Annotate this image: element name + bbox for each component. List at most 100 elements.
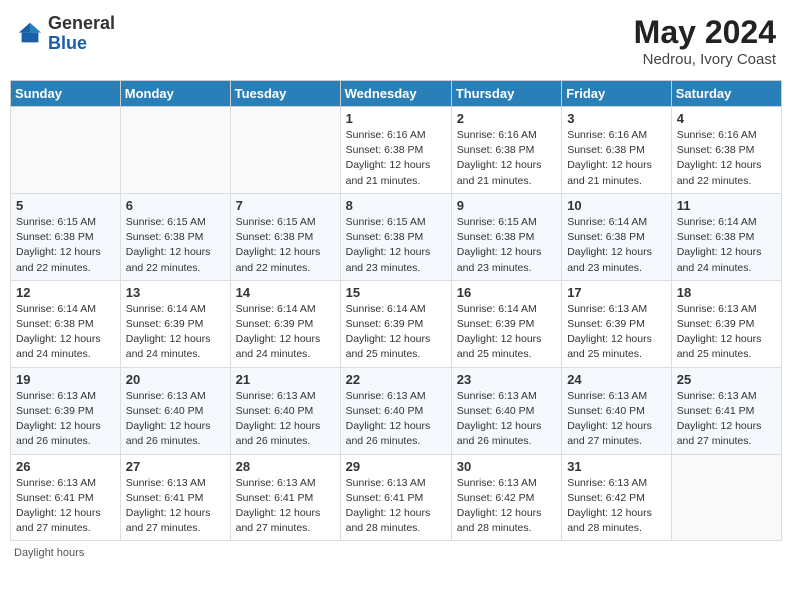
day-number: 31 <box>567 459 666 474</box>
day-info: Sunrise: 6:16 AM Sunset: 6:38 PM Dayligh… <box>346 128 446 189</box>
day-info: Sunrise: 6:13 AM Sunset: 6:42 PM Dayligh… <box>457 476 556 537</box>
day-number: 3 <box>567 111 666 126</box>
day-number: 7 <box>236 198 335 213</box>
day-info: Sunrise: 6:14 AM Sunset: 6:38 PM Dayligh… <box>567 215 666 276</box>
calendar-cell: 27 Sunrise: 6:13 AM Sunset: 6:41 PM Dayli… <box>120 454 230 541</box>
calendar-table: SundayMondayTuesdayWednesdayThursdayFrid… <box>10 80 782 541</box>
day-number: 27 <box>126 459 225 474</box>
calendar-cell: 21 Sunrise: 6:13 AM Sunset: 6:40 PM Dayli… <box>230 367 340 454</box>
col-header-friday: Friday <box>562 81 672 107</box>
calendar-cell: 3 Sunrise: 6:16 AM Sunset: 6:38 PM Daylig… <box>562 107 672 194</box>
col-header-tuesday: Tuesday <box>230 81 340 107</box>
day-info: Sunrise: 6:13 AM Sunset: 6:41 PM Dayligh… <box>16 476 115 537</box>
calendar-cell: 23Sunrise: 6:13 AM Sunset: 6:40 PM Dayli… <box>451 367 561 454</box>
day-info: Sunrise: 6:14 AM Sunset: 6:39 PM Dayligh… <box>346 302 446 363</box>
calendar-cell: 4Sunrise: 6:16 AM Sunset: 6:38 PM Daylig… <box>671 107 781 194</box>
calendar-cell: 22 Sunrise: 6:13 AM Sunset: 6:40 PM Dayli… <box>340 367 451 454</box>
day-info: Sunrise: 6:15 AM Sunset: 6:38 PM Dayligh… <box>457 215 556 276</box>
calendar-cell: 15 Sunrise: 6:14 AM Sunset: 6:39 PM Dayli… <box>340 280 451 367</box>
day-info: Sunrise: 6:13 AM Sunset: 6:41 PM Dayligh… <box>236 476 335 537</box>
day-info: Sunrise: 6:14 AM Sunset: 6:39 PM Dayligh… <box>457 302 556 363</box>
day-info: Sunrise: 6:16 AM Sunset: 6:38 PM Dayligh… <box>677 128 776 189</box>
calendar-cell: 11 Sunrise: 6:14 AM Sunset: 6:38 PM Dayli… <box>671 193 781 280</box>
day-info: Sunrise: 6:13 AM Sunset: 6:39 PM Dayligh… <box>567 302 666 363</box>
page-header: General Blue May 2024 Nedrou, Ivory Coas… <box>10 10 782 72</box>
calendar-cell: 20Sunrise: 6:13 AM Sunset: 6:40 PM Dayli… <box>120 367 230 454</box>
day-number: 15 <box>346 285 446 300</box>
calendar-title: May 2024 <box>634 14 776 51</box>
day-info: Sunrise: 6:14 AM Sunset: 6:39 PM Dayligh… <box>236 302 335 363</box>
day-info: Sunrise: 6:13 AM Sunset: 6:40 PM Dayligh… <box>346 389 446 450</box>
calendar-cell: 31 Sunrise: 6:13 AM Sunset: 6:42 PM Dayli… <box>562 454 672 541</box>
calendar-cell: 6 Sunrise: 6:15 AM Sunset: 6:38 PM Daylig… <box>120 193 230 280</box>
day-info: Sunrise: 6:16 AM Sunset: 6:38 PM Dayligh… <box>567 128 666 189</box>
calendar-week-0: 1Sunrise: 6:16 AM Sunset: 6:38 PM Daylig… <box>11 107 782 194</box>
calendar-cell: 24 Sunrise: 6:13 AM Sunset: 6:40 PM Dayli… <box>562 367 672 454</box>
day-number: 23 <box>457 372 556 387</box>
calendar-week-3: 19Sunrise: 6:13 AM Sunset: 6:39 PM Dayli… <box>11 367 782 454</box>
logo-text: General Blue <box>48 14 115 54</box>
day-info: Sunrise: 6:13 AM Sunset: 6:39 PM Dayligh… <box>677 302 776 363</box>
day-number: 28 <box>236 459 335 474</box>
day-number: 25 <box>677 372 776 387</box>
day-info: Sunrise: 6:13 AM Sunset: 6:40 PM Dayligh… <box>236 389 335 450</box>
calendar-cell: 9 Sunrise: 6:15 AM Sunset: 6:38 PM Daylig… <box>451 193 561 280</box>
day-number: 12 <box>16 285 115 300</box>
day-info: Sunrise: 6:13 AM Sunset: 6:42 PM Dayligh… <box>567 476 666 537</box>
day-number: 22 <box>346 372 446 387</box>
calendar-cell <box>671 454 781 541</box>
col-header-wednesday: Wednesday <box>340 81 451 107</box>
day-info: Sunrise: 6:14 AM Sunset: 6:38 PM Dayligh… <box>677 215 776 276</box>
calendar-cell: 29Sunrise: 6:13 AM Sunset: 6:41 PM Dayli… <box>340 454 451 541</box>
col-header-saturday: Saturday <box>671 81 781 107</box>
day-number: 9 <box>457 198 556 213</box>
calendar-cell: 5Sunrise: 6:15 AM Sunset: 6:38 PM Daylig… <box>11 193 121 280</box>
day-info: Sunrise: 6:15 AM Sunset: 6:38 PM Dayligh… <box>236 215 335 276</box>
day-number: 20 <box>126 372 225 387</box>
title-block: May 2024 Nedrou, Ivory Coast <box>634 14 776 68</box>
logo-blue-text: Blue <box>48 34 115 54</box>
day-info: Sunrise: 6:13 AM Sunset: 6:40 PM Dayligh… <box>567 389 666 450</box>
day-number: 6 <box>126 198 225 213</box>
col-header-sunday: Sunday <box>11 81 121 107</box>
day-number: 18 <box>677 285 776 300</box>
calendar-cell: 28 Sunrise: 6:13 AM Sunset: 6:41 PM Dayli… <box>230 454 340 541</box>
calendar-cell: 1Sunrise: 6:16 AM Sunset: 6:38 PM Daylig… <box>340 107 451 194</box>
calendar-cell: 8 Sunrise: 6:15 AM Sunset: 6:38 PM Daylig… <box>340 193 451 280</box>
day-info: Sunrise: 6:13 AM Sunset: 6:41 PM Dayligh… <box>677 389 776 450</box>
day-number: 10 <box>567 198 666 213</box>
calendar-cell: 10 Sunrise: 6:14 AM Sunset: 6:38 PM Dayli… <box>562 193 672 280</box>
day-info: Sunrise: 6:13 AM Sunset: 6:41 PM Dayligh… <box>346 476 446 537</box>
day-number: 11 <box>677 198 776 213</box>
col-header-thursday: Thursday <box>451 81 561 107</box>
calendar-cell <box>120 107 230 194</box>
day-info: Sunrise: 6:14 AM Sunset: 6:38 PM Dayligh… <box>16 302 115 363</box>
calendar-cell <box>11 107 121 194</box>
logo-icon <box>16 20 44 48</box>
calendar-week-2: 12 Sunrise: 6:14 AM Sunset: 6:38 PM Dayli… <box>11 280 782 367</box>
day-info: Sunrise: 6:15 AM Sunset: 6:38 PM Dayligh… <box>126 215 225 276</box>
calendar-week-1: 5Sunrise: 6:15 AM Sunset: 6:38 PM Daylig… <box>11 193 782 280</box>
calendar-cell: 19Sunrise: 6:13 AM Sunset: 6:39 PM Dayli… <box>11 367 121 454</box>
day-header-row: SundayMondayTuesdayWednesdayThursdayFrid… <box>11 81 782 107</box>
day-number: 24 <box>567 372 666 387</box>
calendar-cell: 25 Sunrise: 6:13 AM Sunset: 6:41 PM Dayli… <box>671 367 781 454</box>
calendar-cell: 12 Sunrise: 6:14 AM Sunset: 6:38 PM Dayli… <box>11 280 121 367</box>
calendar-cell: 2Sunrise: 6:16 AM Sunset: 6:38 PM Daylig… <box>451 107 561 194</box>
calendar-cell: 18 Sunrise: 6:13 AM Sunset: 6:39 PM Dayli… <box>671 280 781 367</box>
calendar-cell: 17Sunrise: 6:13 AM Sunset: 6:39 PM Dayli… <box>562 280 672 367</box>
calendar-cell: 16Sunrise: 6:14 AM Sunset: 6:39 PM Dayli… <box>451 280 561 367</box>
col-header-monday: Monday <box>120 81 230 107</box>
day-info: Sunrise: 6:13 AM Sunset: 6:41 PM Dayligh… <box>126 476 225 537</box>
calendar-cell: 13Sunrise: 6:14 AM Sunset: 6:39 PM Dayli… <box>120 280 230 367</box>
calendar-cell: 30Sunrise: 6:13 AM Sunset: 6:42 PM Dayli… <box>451 454 561 541</box>
calendar-cell: 14 Sunrise: 6:14 AM Sunset: 6:39 PM Dayli… <box>230 280 340 367</box>
day-info: Sunrise: 6:15 AM Sunset: 6:38 PM Dayligh… <box>346 215 446 276</box>
calendar-cell <box>230 107 340 194</box>
footer-note: Daylight hours <box>10 547 782 559</box>
day-info: Sunrise: 6:15 AM Sunset: 6:38 PM Dayligh… <box>16 215 115 276</box>
day-number: 8 <box>346 198 446 213</box>
day-number: 13 <box>126 285 225 300</box>
day-number: 14 <box>236 285 335 300</box>
day-number: 21 <box>236 372 335 387</box>
